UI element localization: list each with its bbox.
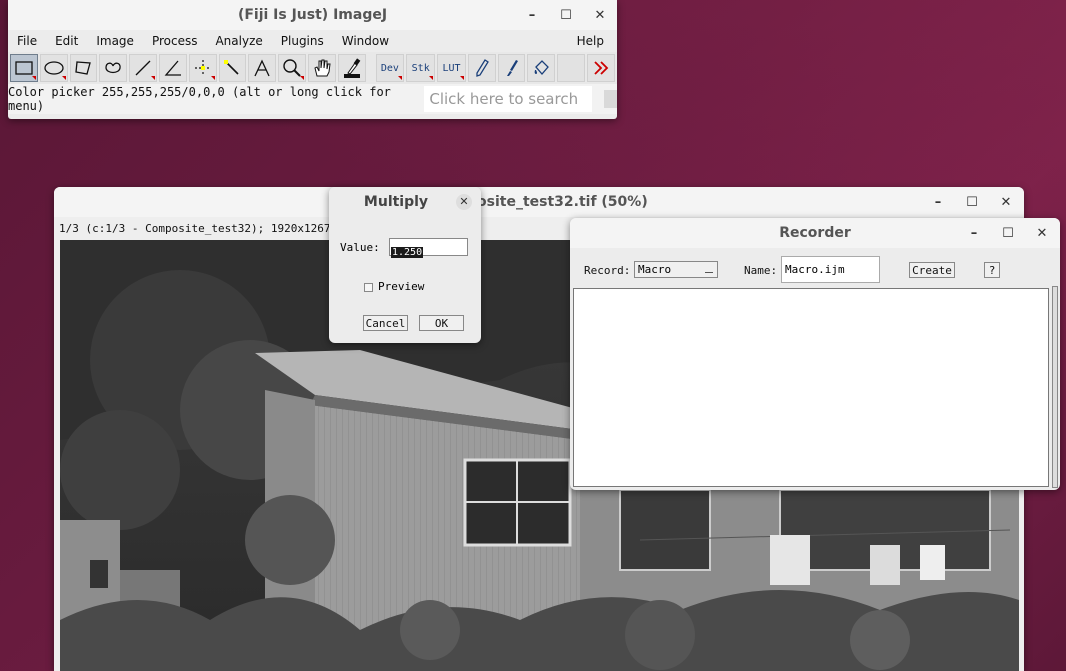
freehand-tool[interactable]	[99, 54, 128, 82]
lut-label: LUT	[442, 62, 461, 74]
record-mode-select[interactable]: Macro	[634, 261, 718, 278]
oval-tool[interactable]	[39, 54, 68, 82]
search-input[interactable]: Click here to search	[424, 86, 592, 112]
menu-plugins[interactable]: Plugins	[272, 34, 333, 48]
multiply-dialog: Multiply ✕ Value: 1.250 Preview Cancel O…	[329, 187, 481, 343]
menu-help[interactable]: Help	[568, 34, 613, 48]
stk-menu-tool[interactable]: Stk	[406, 54, 436, 82]
image-window-title: osite_test32.tif (50%)	[477, 194, 648, 210]
pencil-tool[interactable]	[467, 54, 496, 82]
maximize-button[interactable]: ☐	[549, 8, 583, 23]
wand-tool[interactable]	[218, 54, 247, 82]
dev-label: Dev	[380, 62, 399, 74]
value-text: 1.250	[391, 247, 424, 258]
preview-label: Preview	[378, 280, 425, 293]
line-tool[interactable]	[129, 54, 157, 82]
image-window-titlebar[interactable]: osite_test32.tif (50%) – ☐ ✕	[54, 187, 1024, 217]
close-button[interactable]: ✕	[1025, 226, 1059, 241]
dialog-title: Multiply	[363, 194, 429, 210]
create-button[interactable]: Create	[909, 262, 955, 278]
magnifier-icon	[283, 59, 301, 77]
close-button[interactable]: ✕	[583, 8, 617, 23]
point-tool[interactable]	[188, 54, 217, 82]
search-side-button[interactable]	[603, 90, 617, 108]
multiply-titlebar[interactable]: Multiply ✕	[329, 187, 481, 217]
minimize-button[interactable]: –	[515, 8, 549, 23]
more-tools-button[interactable]	[587, 54, 615, 82]
menu-file[interactable]: File	[8, 34, 46, 48]
menu-analyze[interactable]: Analyze	[206, 34, 271, 48]
bucket-icon	[535, 60, 550, 75]
close-button[interactable]: ✕	[456, 194, 472, 210]
hand-tool[interactable]	[307, 54, 336, 82]
angle-tool[interactable]	[158, 54, 187, 82]
brush-icon	[506, 60, 518, 76]
rectangle-tool[interactable]	[10, 54, 38, 82]
name-label: Name:	[744, 264, 778, 277]
dropper-icon	[343, 58, 361, 78]
empty-tool-slot[interactable]	[557, 54, 586, 82]
color-picker-tool[interactable]	[337, 54, 366, 82]
imagej-titlebar[interactable]: (Fiji Is Just) ImageJ – ☐ ✕	[8, 0, 617, 30]
window-title: (Fiji Is Just) ImageJ	[237, 7, 388, 23]
rectangle-icon	[15, 61, 33, 75]
brush-tool[interactable]	[497, 54, 526, 82]
line-icon	[135, 60, 151, 76]
ok-button[interactable]: OK	[419, 315, 464, 331]
menu-window[interactable]: Window	[333, 34, 398, 48]
cancel-button[interactable]: Cancel	[363, 315, 408, 331]
close-button[interactable]: ✕	[989, 195, 1023, 210]
stk-label: Stk	[411, 62, 430, 74]
chevron-down-icon	[705, 270, 713, 273]
hand-icon	[314, 59, 331, 77]
maximize-button[interactable]: ☐	[955, 195, 989, 210]
value-label: Value:	[340, 241, 380, 254]
image-info-line: 1/3 (c:1/3 - Composite_test32); 1920x126…	[59, 222, 358, 235]
polygon-tool[interactable]	[69, 54, 98, 82]
recorder-title: Recorder	[779, 225, 851, 241]
text-icon	[254, 59, 270, 77]
menu-bar: File Edit Image Process Analyze Plugins …	[8, 30, 617, 52]
status-row: Color picker 255,255,255/0,0,0 (alt or l…	[8, 84, 617, 114]
macro-name-field[interactable]: Macro.ijm	[781, 256, 880, 283]
angle-icon	[164, 60, 181, 76]
polygon-icon	[75, 61, 92, 75]
double-chevron-right-icon	[594, 61, 609, 75]
recorder-titlebar[interactable]: Recorder – ☐ ✕	[570, 218, 1060, 248]
flood-fill-tool[interactable]	[527, 54, 556, 82]
minimize-button[interactable]: –	[921, 195, 955, 210]
magnifier-tool[interactable]	[278, 54, 306, 82]
preview-checkbox[interactable]	[364, 283, 373, 292]
maximize-button[interactable]: ☐	[991, 226, 1025, 241]
lut-menu-tool[interactable]: LUT	[437, 54, 466, 82]
vertical-scrollbar[interactable]	[1052, 286, 1058, 488]
wand-icon	[224, 60, 240, 75]
toolbar: Dev Stk LUT	[8, 52, 617, 84]
recorder-window: Recorder – ☐ ✕ Record: Macro Name: Macro…	[570, 218, 1060, 490]
text-tool[interactable]	[248, 54, 277, 82]
menu-edit[interactable]: Edit	[46, 34, 87, 48]
macro-text-area[interactable]	[573, 288, 1049, 487]
value-field[interactable]: 1.250	[389, 238, 468, 258]
menu-process[interactable]: Process	[143, 34, 207, 48]
multipoint-icon	[194, 60, 211, 76]
status-text: Color picker 255,255,255/0,0,0 (alt or l…	[8, 85, 391, 113]
imagej-main-window: (Fiji Is Just) ImageJ – ☐ ✕ File Edit Im…	[8, 0, 617, 119]
menu-image[interactable]: Image	[87, 34, 143, 48]
help-button[interactable]: ?	[984, 262, 1000, 278]
record-label: Record:	[584, 264, 631, 277]
pencil-icon	[476, 59, 489, 77]
dev-menu-tool[interactable]: Dev	[375, 54, 405, 82]
oval-icon	[44, 61, 64, 75]
minimize-button[interactable]: –	[957, 226, 991, 241]
record-mode-value: Macro	[638, 263, 672, 276]
freehand-icon	[105, 62, 121, 74]
